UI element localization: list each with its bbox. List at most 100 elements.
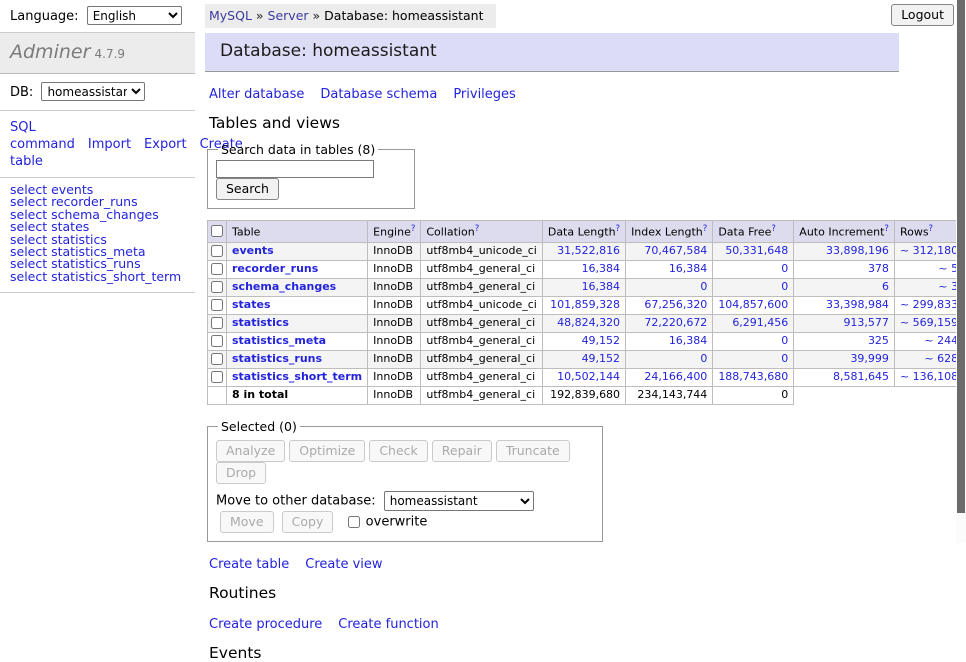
search-button[interactable]: Search bbox=[216, 178, 279, 200]
column-help-link[interactable]: ? bbox=[884, 224, 889, 234]
index-length-link[interactable]: 16,384 bbox=[669, 334, 708, 347]
overwrite-label[interactable]: overwrite bbox=[366, 514, 428, 529]
database-nav-link[interactable]: Privileges bbox=[453, 87, 516, 102]
database-nav-link[interactable]: Database schema bbox=[320, 87, 437, 102]
auto-increment-cell: 6 bbox=[794, 278, 895, 296]
app-logo[interactable]: Adminer bbox=[10, 41, 90, 63]
data-length-link[interactable]: 31,522,816 bbox=[557, 244, 620, 257]
auto-increment-link[interactable]: 33,398,984 bbox=[826, 298, 889, 311]
sidebar-action-link[interactable]: SQL command bbox=[10, 120, 75, 152]
index-length-link[interactable]: 72,220,672 bbox=[644, 316, 707, 329]
table-row: events InnoDB utf8mb4_unicode_ci 31,522,… bbox=[208, 242, 966, 260]
data-length-link[interactable]: 49,152 bbox=[582, 334, 621, 347]
table-name-link[interactable]: events bbox=[232, 244, 274, 257]
sidebar-action-link[interactable]: Import bbox=[88, 137, 131, 152]
index-length-link[interactable]: 24,166,400 bbox=[644, 370, 707, 383]
breadcrumb-row: MySQL » Server » Database: homeassistant bbox=[195, 4, 956, 26]
data-free-cell: 0 bbox=[713, 260, 794, 278]
auto-increment-link[interactable]: 913,577 bbox=[843, 316, 889, 329]
index-length-cell: 67,256,320 bbox=[626, 296, 713, 314]
create-link[interactable]: Create view bbox=[305, 557, 382, 572]
data-free-link[interactable]: 6,291,456 bbox=[732, 316, 788, 329]
auto-increment-link[interactable]: 33,898,196 bbox=[826, 244, 889, 257]
column-help-link[interactable]: ? bbox=[475, 224, 480, 234]
row-checkbox[interactable] bbox=[211, 263, 223, 275]
rows-count-link[interactable]: ~ 136,108 bbox=[900, 370, 958, 383]
data-free-link[interactable]: 188,743,680 bbox=[718, 370, 788, 383]
sidebar-select-table-link[interactable]: select statistics_short_term bbox=[10, 271, 185, 283]
table-name-link[interactable]: recorder_runs bbox=[232, 262, 318, 275]
row-checkbox[interactable] bbox=[211, 371, 223, 383]
index-length-link[interactable]: 67,256,320 bbox=[644, 298, 707, 311]
column-help-link[interactable]: ? bbox=[703, 224, 708, 234]
auto-increment-link[interactable]: 325 bbox=[868, 334, 889, 347]
auto-increment-link[interactable]: 8,581,645 bbox=[833, 370, 889, 383]
data-length-link[interactable]: 49,152 bbox=[582, 352, 621, 365]
routine-create-link[interactable]: Create procedure bbox=[209, 617, 322, 632]
db-selector-row: DB: homeassistant bbox=[0, 74, 195, 111]
data-free-link[interactable]: 0 bbox=[781, 352, 788, 365]
rows-count-link[interactable]: ~ 569,159 bbox=[900, 316, 958, 329]
rows-count-link[interactable]: ~ 244 bbox=[924, 334, 958, 347]
data-length-link[interactable]: 48,824,320 bbox=[557, 316, 620, 329]
auto-increment-cell: 378 bbox=[794, 260, 895, 278]
auto-increment-link[interactable]: 39,999 bbox=[850, 352, 889, 365]
index-length-link[interactable]: 16,384 bbox=[669, 262, 708, 275]
data-length-link[interactable]: 16,384 bbox=[582, 262, 621, 275]
table-name-link[interactable]: schema_changes bbox=[232, 280, 336, 293]
rows-count-link[interactable]: ~ 312,180 bbox=[900, 244, 958, 257]
data-length-link[interactable]: 10,502,144 bbox=[557, 370, 620, 383]
search-input[interactable] bbox=[216, 160, 374, 178]
table-name-link[interactable]: statistics_meta bbox=[232, 334, 326, 347]
row-checkbox[interactable] bbox=[211, 299, 223, 311]
breadcrumb-mysql-link[interactable]: MySQL bbox=[209, 8, 252, 23]
data-length-link[interactable]: 16,384 bbox=[582, 280, 621, 293]
index-length-link[interactable]: 70,467,584 bbox=[644, 244, 707, 257]
column-help-link[interactable]: ? bbox=[929, 224, 934, 234]
data-free-link[interactable]: 0 bbox=[781, 334, 788, 347]
overwrite-checkbox[interactable] bbox=[348, 516, 360, 528]
column-help-link[interactable]: ? bbox=[771, 224, 776, 234]
database-nav-link[interactable]: Alter database bbox=[209, 87, 304, 102]
index-length-link[interactable]: 0 bbox=[700, 352, 707, 365]
breadcrumb-server-link[interactable]: Server bbox=[268, 8, 309, 23]
rows-count-cell: ~ 136,108 bbox=[894, 368, 963, 386]
row-checkbox[interactable] bbox=[211, 353, 223, 365]
data-length-cell: 49,152 bbox=[542, 332, 625, 350]
column-help-link[interactable]: ? bbox=[411, 224, 416, 234]
table-name-cell: statistics_meta bbox=[227, 332, 368, 350]
language-select[interactable]: English bbox=[87, 6, 182, 25]
create-link[interactable]: Create table bbox=[209, 557, 289, 572]
index-length-link[interactable]: 0 bbox=[700, 280, 707, 293]
auto-increment-link[interactable]: 6 bbox=[882, 280, 889, 293]
data-length-link[interactable]: 101,859,328 bbox=[550, 298, 620, 311]
column-help-link[interactable]: ? bbox=[616, 224, 621, 234]
row-checkbox[interactable] bbox=[211, 281, 223, 293]
engine-cell: InnoDB bbox=[368, 350, 421, 368]
data-free-link[interactable]: 0 bbox=[781, 280, 788, 293]
data-free-link[interactable]: 50,331,648 bbox=[725, 244, 788, 257]
table-name-link[interactable]: states bbox=[232, 298, 271, 311]
routine-create-link[interactable]: Create function bbox=[338, 617, 438, 632]
page-title: Database: homeassistant bbox=[205, 33, 899, 72]
table-name-link[interactable]: statistics_runs bbox=[232, 352, 322, 365]
sidebar-action-link[interactable]: Export bbox=[144, 137, 187, 152]
move-db-select[interactable]: homeassistant bbox=[384, 491, 534, 511]
table-name-link[interactable]: statistics bbox=[232, 316, 289, 329]
row-checkbox[interactable] bbox=[211, 317, 223, 329]
table-name-link[interactable]: statistics_short_term bbox=[232, 370, 362, 383]
column-header: Data Free? bbox=[713, 221, 794, 243]
row-checkbox[interactable] bbox=[211, 245, 223, 257]
rows-count-link[interactable]: ~ 628 bbox=[924, 352, 958, 365]
select-all-checkbox[interactable] bbox=[211, 225, 223, 237]
data-free-link[interactable]: 104,857,600 bbox=[718, 298, 788, 311]
db-select[interactable]: homeassistant bbox=[41, 82, 145, 101]
scrollbar-thumb[interactable] bbox=[957, 0, 965, 513]
row-checkbox[interactable] bbox=[211, 335, 223, 347]
auto-increment-link[interactable]: 378 bbox=[868, 262, 889, 275]
data-free-link[interactable]: 0 bbox=[781, 262, 788, 275]
app-version[interactable]: 4.7.9 bbox=[95, 47, 126, 61]
table-operation-button: Repair bbox=[432, 440, 492, 462]
rows-count-link[interactable]: ~ 299,833 bbox=[900, 298, 958, 311]
page-scrollbar[interactable] bbox=[956, 0, 966, 543]
